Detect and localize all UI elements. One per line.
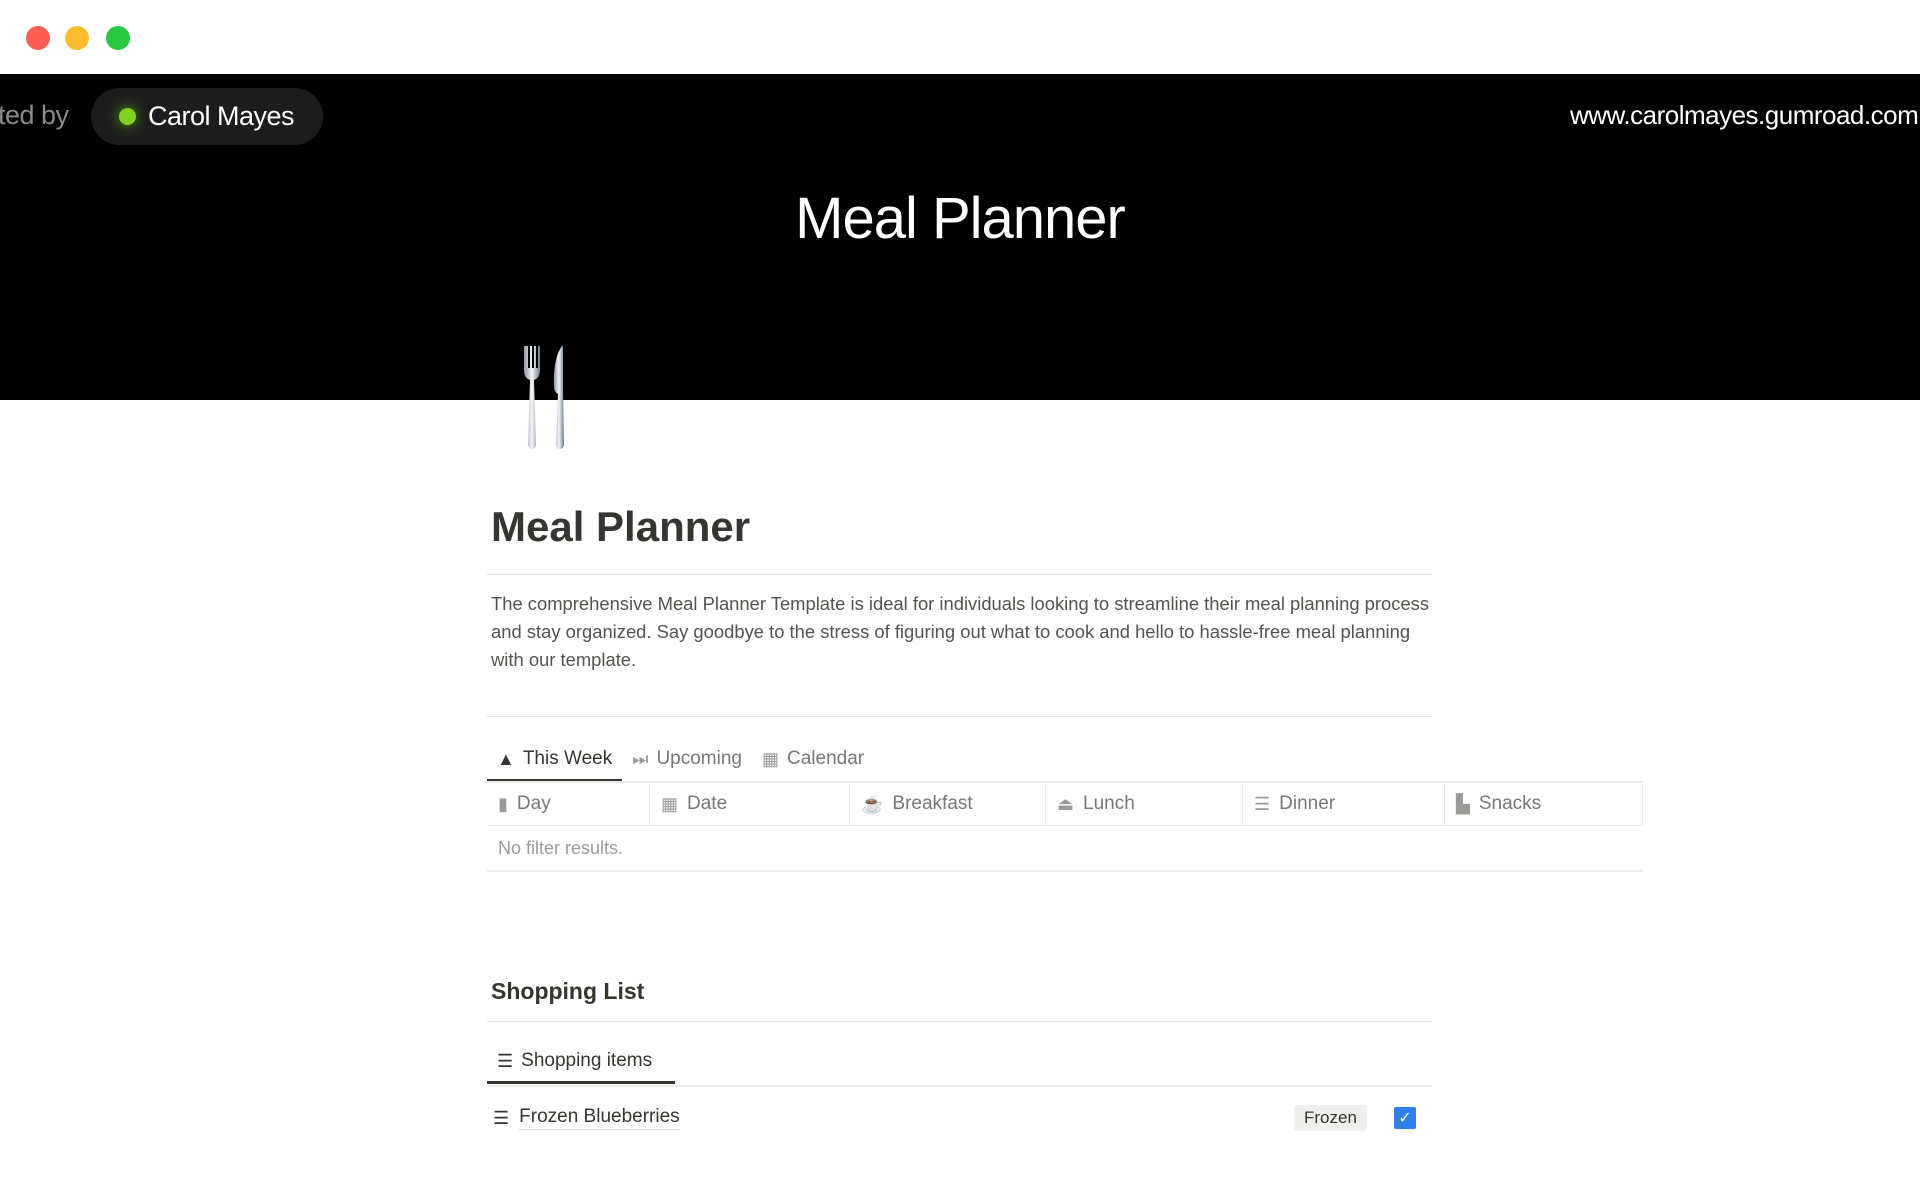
divider bbox=[487, 574, 1432, 575]
checklist-icon: ☰ bbox=[497, 1050, 514, 1071]
author-pill: Carol Mayes bbox=[91, 88, 323, 145]
list-item[interactable]: ☰ Frozen Blueberries Frozen ✓ bbox=[487, 1100, 1432, 1136]
tab-label: Calendar bbox=[787, 748, 865, 769]
column-label: Lunch bbox=[1083, 793, 1135, 814]
author-url: www.carolmayes.gumroad.com bbox=[1570, 100, 1919, 130]
snack-icon: ▙ bbox=[1456, 794, 1470, 814]
column-label: Date bbox=[687, 793, 728, 814]
cover-banner: ted by Carol Mayes www.carolmayes.gumroa… bbox=[0, 74, 1920, 400]
column-label: Breakfast bbox=[892, 793, 973, 814]
page-description: The comprehensive Meal Planner Template … bbox=[491, 593, 1430, 670]
column-breakfast[interactable]: ☕ Breakfast bbox=[850, 783, 1046, 825]
column-label: Snacks bbox=[1478, 793, 1542, 814]
window-titlebar bbox=[0, 0, 1920, 74]
maximize-window-button[interactable] bbox=[106, 26, 130, 50]
close-window-button[interactable] bbox=[26, 26, 50, 50]
meal-table: ▮ Day ▦ Date ☕ Breakfast ⏏ Lunch ☰ Dinner ▙ Sn… bbox=[487, 782, 1643, 872]
fast-forward-icon: ⏭ bbox=[632, 749, 649, 769]
coffee-icon: ☕ bbox=[861, 794, 884, 814]
warning-icon: ▲ bbox=[497, 748, 515, 769]
column-snacks[interactable]: ▙ Snacks bbox=[1445, 783, 1643, 825]
column-date[interactable]: ▦ Date bbox=[650, 783, 850, 825]
byline-text: ted by bbox=[0, 100, 69, 130]
column-day[interactable]: ▮ Day bbox=[487, 783, 650, 825]
calendar-icon: ▦ bbox=[661, 794, 679, 814]
table-header: ▮ Day ▦ Date ☕ Breakfast ⏏ Lunch ☰ Dinner ▙ Sn… bbox=[487, 782, 1643, 826]
tab-this-week[interactable]: ▲ This Week bbox=[487, 738, 623, 782]
column-lunch[interactable]: ⏏ Lunch bbox=[1046, 783, 1243, 825]
minimize-window-button[interactable] bbox=[65, 26, 89, 50]
column-label: Day bbox=[516, 793, 551, 814]
empty-state: No filter results. bbox=[487, 826, 1643, 872]
tab-label: Upcoming bbox=[656, 748, 742, 769]
plate-icon: ⏏ bbox=[1057, 794, 1075, 814]
category-tag: Frozen bbox=[1294, 1105, 1367, 1131]
banner-title: Meal Planner bbox=[795, 186, 1126, 251]
meal-view-tabs: ▲ This Week ⏭ Upcoming ▦ Calendar bbox=[487, 738, 874, 782]
burger-icon: ☰ bbox=[1254, 794, 1271, 814]
calendar-icon: ▦ bbox=[761, 749, 779, 769]
section-heading: Shopping List bbox=[491, 978, 645, 1004]
shopping-view-tabs: ☰ Shopping items bbox=[487, 1040, 675, 1084]
item-name[interactable]: Frozen Blueberries bbox=[519, 1106, 680, 1130]
calendar-day-icon: ▮ bbox=[498, 794, 508, 814]
tab-upcoming[interactable]: ⏭ Upcoming bbox=[622, 738, 752, 780]
purchased-checkbox[interactable]: ✓ bbox=[1394, 1107, 1416, 1129]
divider bbox=[487, 1021, 1432, 1022]
tab-label: This Week bbox=[522, 747, 613, 769]
tab-label: Shopping items bbox=[521, 1049, 653, 1071]
column-label: Dinner bbox=[1279, 793, 1336, 814]
author-name: Carol Mayes bbox=[148, 101, 295, 131]
checklist-icon: ☰ bbox=[493, 1108, 510, 1128]
page-title: Meal Planner bbox=[491, 503, 751, 550]
divider bbox=[487, 1085, 1432, 1087]
fork-and-knife-icon[interactable] bbox=[518, 344, 574, 450]
column-dinner[interactable]: ☰ Dinner bbox=[1243, 783, 1445, 825]
divider bbox=[487, 716, 1432, 717]
tab-calendar[interactable]: ▦ Calendar bbox=[752, 738, 874, 780]
tab-shopping-items[interactable]: ☰ Shopping items bbox=[487, 1040, 675, 1084]
status-dot-icon bbox=[119, 108, 136, 125]
